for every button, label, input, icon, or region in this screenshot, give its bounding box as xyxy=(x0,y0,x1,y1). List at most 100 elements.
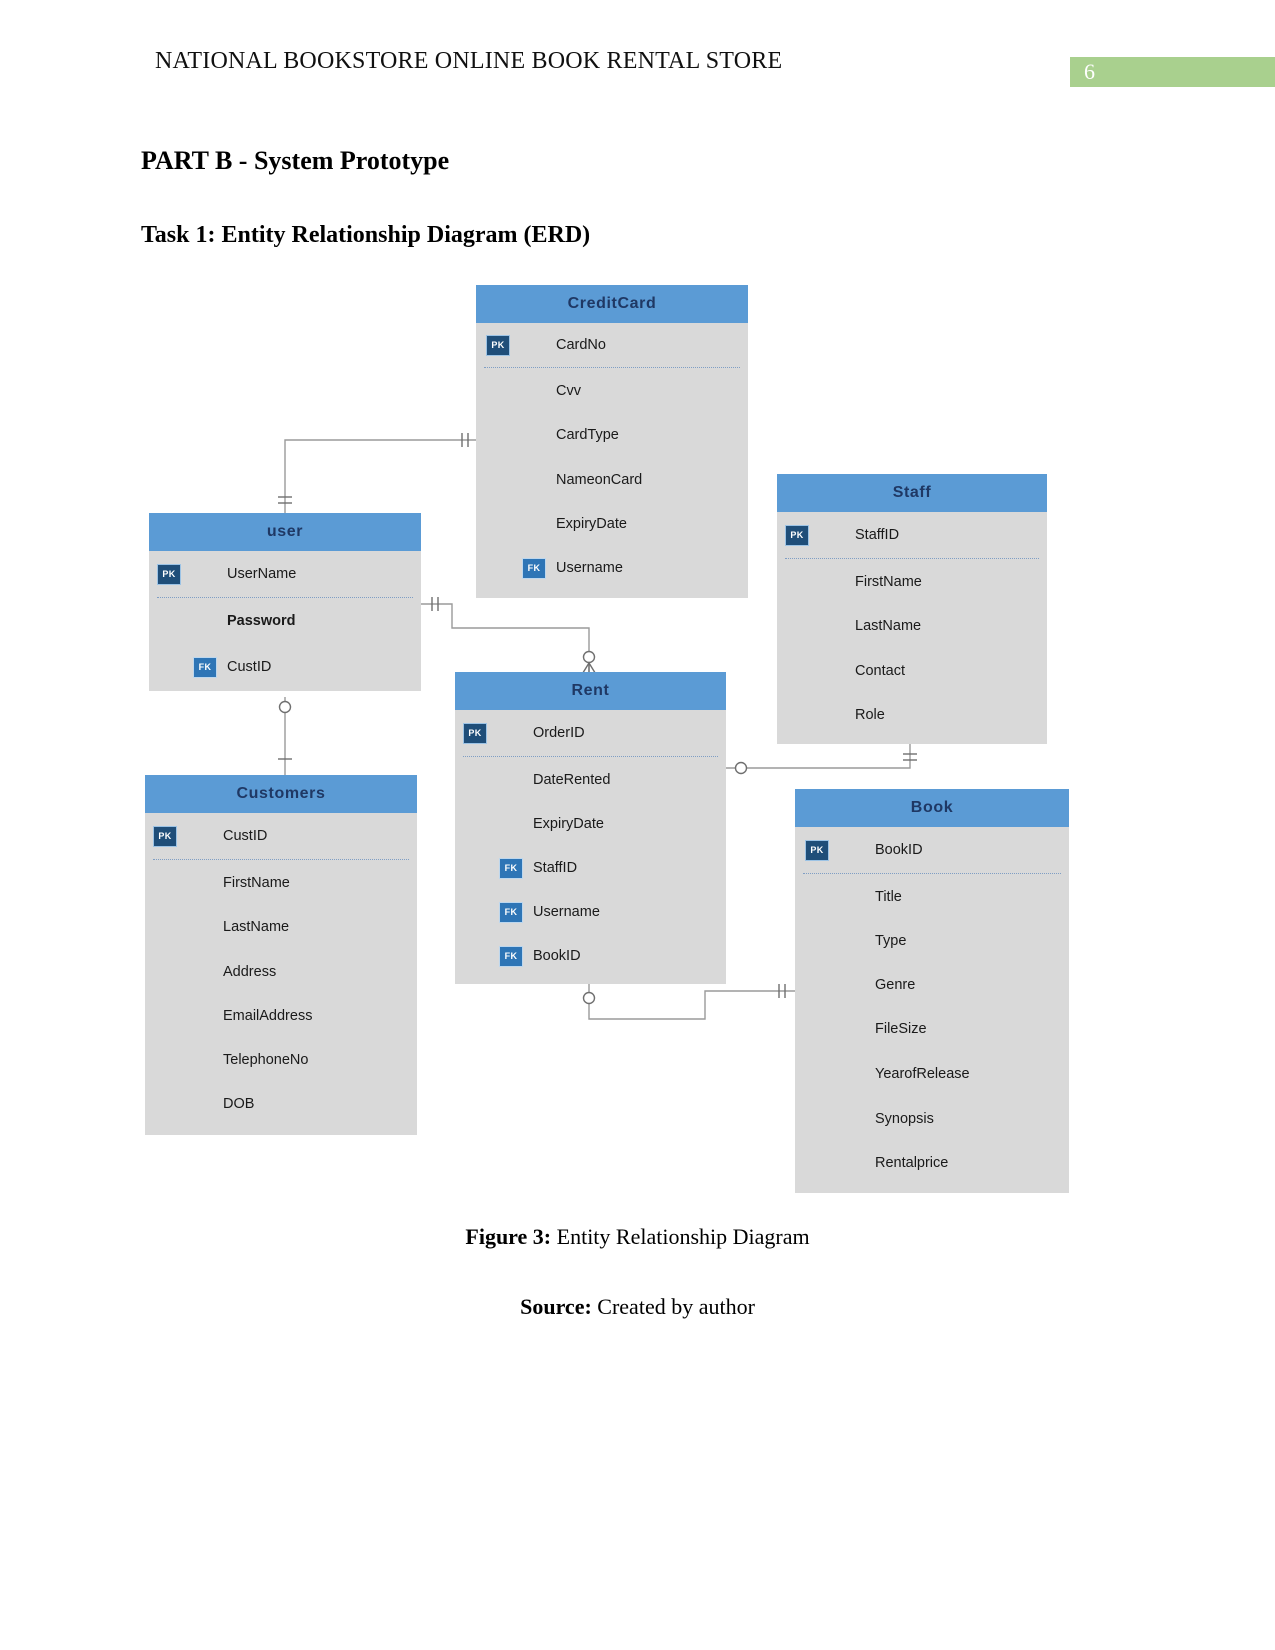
entity-rent[interactable]: Rent PK OrderID DateRented ExpiryDate FK… xyxy=(455,672,726,984)
attribute-label: StaffID xyxy=(855,527,900,543)
fk-badge-icon: FK xyxy=(499,901,523,923)
entity-staff-attributes: PK StaffID FirstName LastName Contact Ro… xyxy=(777,512,1047,737)
attribute-row[interactable]: Rentalprice xyxy=(795,1141,1069,1185)
entity-customers[interactable]: Customers PK CustID FirstName LastName A… xyxy=(145,775,417,1135)
attribute-row[interactable]: DOB xyxy=(145,1082,417,1126)
attribute-row[interactable]: FirstName xyxy=(777,559,1047,604)
attribute-label: ExpiryDate xyxy=(556,516,627,532)
entity-user-attributes: PK UserName Password FK CustID xyxy=(149,551,421,690)
attribute-label: DOB xyxy=(223,1096,255,1112)
attribute-label: TelephoneNo xyxy=(223,1052,309,1068)
entity-book-title: Book xyxy=(795,789,1069,827)
attribute-label: Title xyxy=(875,888,902,905)
attribute-row[interactable]: Role xyxy=(777,693,1047,737)
attribute-label: Role xyxy=(855,707,885,723)
attribute-row[interactable]: ExpiryDate xyxy=(476,502,748,546)
entity-user-title: user xyxy=(149,513,421,551)
attribute-row[interactable]: FK CustID xyxy=(149,644,421,690)
entity-creditcard-title: CreditCard xyxy=(476,285,748,323)
attribute-row[interactable]: Password xyxy=(149,598,421,644)
attribute-label: Synopsis xyxy=(875,1110,934,1127)
figure-caption-label: Figure 3: xyxy=(465,1224,552,1249)
attribute-label: CustID xyxy=(227,659,272,675)
attribute-row[interactable]: Title xyxy=(795,874,1069,919)
entity-customers-title: Customers xyxy=(145,775,417,813)
attribute-row[interactable]: FK Username xyxy=(476,546,748,590)
attribute-row[interactable]: FK StaffID xyxy=(455,846,726,890)
attribute-label: Type xyxy=(875,933,907,949)
entity-creditcard[interactable]: CreditCard PK CardNo Cvv CardType Nameon… xyxy=(476,285,748,598)
attribute-row[interactable]: FirstName xyxy=(145,860,417,905)
entity-staff-title: Staff xyxy=(777,474,1047,512)
attribute-row[interactable]: PK CardNo xyxy=(476,323,748,367)
attribute-label: Address xyxy=(223,963,277,980)
attribute-label: ExpiryDate xyxy=(533,816,604,832)
attribute-label: EmailAddress xyxy=(223,1008,313,1024)
attribute-label: UserName xyxy=(227,566,297,582)
attribute-label: Username xyxy=(533,904,600,920)
entity-book[interactable]: Book PK BookID Title Type Genre FileSize… xyxy=(795,789,1069,1193)
attribute-row[interactable]: TelephoneNo xyxy=(145,1038,417,1082)
attribute-row[interactable]: Synopsis xyxy=(795,1096,1069,1141)
attribute-row[interactable]: Genre xyxy=(795,963,1069,1007)
attribute-row[interactable]: PK CustID xyxy=(145,813,417,859)
attribute-row[interactable]: Cvv xyxy=(476,368,748,413)
attribute-row[interactable]: NameonCard xyxy=(476,457,748,502)
attribute-row[interactable]: PK UserName xyxy=(149,551,421,597)
attribute-row[interactable]: Type xyxy=(795,919,1069,963)
source-caption-label: Source: xyxy=(520,1294,592,1319)
attribute-row[interactable]: LastName xyxy=(145,905,417,949)
attribute-label: Genre xyxy=(875,977,916,993)
pk-badge-icon: PK xyxy=(785,524,809,546)
pk-badge-icon: PK xyxy=(153,825,177,847)
attribute-row[interactable]: Contact xyxy=(777,648,1047,693)
pk-badge-icon: PK xyxy=(157,563,181,585)
fk-badge-icon: FK xyxy=(522,557,546,579)
entity-rent-attributes: PK OrderID DateRented ExpiryDate FK Staf… xyxy=(455,710,726,978)
attribute-row[interactable]: FK BookID xyxy=(455,934,726,978)
attribute-row[interactable]: CardType xyxy=(476,413,748,457)
attribute-label: FirstName xyxy=(223,874,290,891)
figure-caption: Figure 3: Entity Relationship Diagram xyxy=(0,1224,1275,1250)
entity-book-attributes: PK BookID Title Type Genre FileSize Year… xyxy=(795,827,1069,1185)
source-caption-text: Created by author xyxy=(591,1294,755,1319)
attribute-row[interactable]: FK Username xyxy=(455,890,726,934)
attribute-label: CardType xyxy=(556,427,619,443)
pk-badge-icon: PK xyxy=(805,839,829,861)
attribute-row[interactable]: YearofRelease xyxy=(795,1051,1069,1096)
attribute-label: StaffID xyxy=(533,860,578,876)
attribute-label: OrderID xyxy=(533,725,585,741)
attribute-label: Rentalprice xyxy=(875,1155,949,1171)
attribute-label: BookID xyxy=(533,948,581,964)
attribute-label: Password xyxy=(227,613,296,629)
entity-staff[interactable]: Staff PK StaffID FirstName LastName Cont… xyxy=(777,474,1047,744)
attribute-label: FileSize xyxy=(875,1021,927,1037)
erd-diagram: CreditCard (one-to-one) --> Rent (one-to… xyxy=(0,0,1275,1650)
attribute-row[interactable]: EmailAddress xyxy=(145,994,417,1038)
attribute-row[interactable]: PK OrderID xyxy=(455,710,726,756)
source-caption: Source: Created by author xyxy=(0,1294,1275,1320)
attribute-row[interactable]: Address xyxy=(145,949,417,994)
attribute-row[interactable]: ExpiryDate xyxy=(455,802,726,846)
attribute-label: Username xyxy=(556,560,623,576)
fk-badge-icon: FK xyxy=(499,857,523,879)
attribute-row[interactable]: PK BookID xyxy=(795,827,1069,873)
pk-badge-icon: PK xyxy=(486,334,510,356)
attribute-label: BookID xyxy=(875,842,923,858)
entity-user[interactable]: user PK UserName Password FK CustID xyxy=(149,513,421,691)
figure-caption-text: Entity Relationship Diagram xyxy=(551,1224,810,1249)
attribute-label: CustID xyxy=(223,828,268,844)
attribute-row[interactable]: FileSize xyxy=(795,1007,1069,1051)
pk-badge-icon: PK xyxy=(463,722,487,744)
attribute-row[interactable]: PK StaffID xyxy=(777,512,1047,558)
entity-rent-title: Rent xyxy=(455,672,726,710)
attribute-row[interactable]: DateRented xyxy=(455,757,726,802)
entity-creditcard-attributes: PK CardNo Cvv CardType NameonCard Expiry… xyxy=(476,323,748,590)
entity-customers-attributes: PK CustID FirstName LastName Address Ema… xyxy=(145,813,417,1126)
attribute-label: LastName xyxy=(223,919,290,935)
attribute-label: DateRented xyxy=(533,771,611,788)
attribute-label: FirstName xyxy=(855,573,922,590)
fk-badge-icon: FK xyxy=(499,945,523,967)
attribute-row[interactable]: LastName xyxy=(777,604,1047,648)
attribute-label: LastName xyxy=(855,618,922,634)
